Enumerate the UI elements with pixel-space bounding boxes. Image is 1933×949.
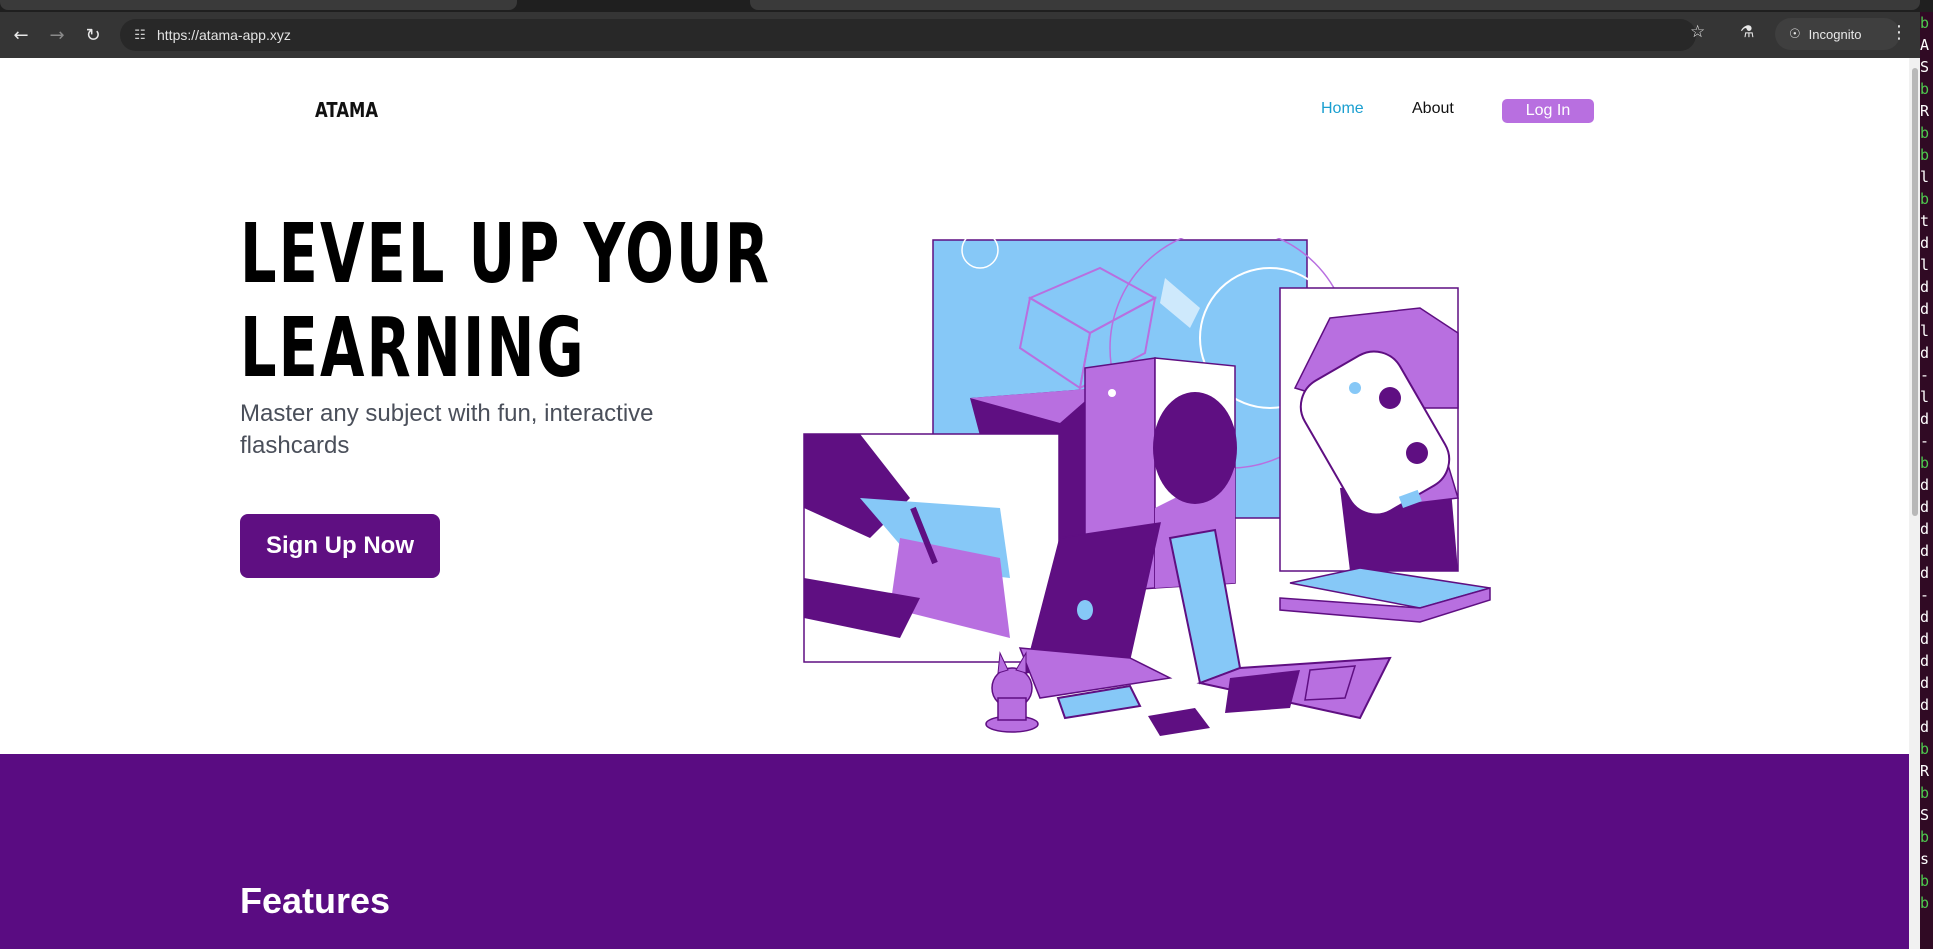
terminal-line: t <box>1920 212 1930 230</box>
back-icon[interactable]: ← <box>8 22 34 48</box>
tab-strip <box>0 0 1933 12</box>
terminal-line: l <box>1920 256 1930 274</box>
page-scrollbar-thumb[interactable] <box>1912 68 1918 516</box>
terminal-line: b <box>1920 828 1930 846</box>
hero-illustration <box>803 238 1491 736</box>
terminal-line: b <box>1920 80 1930 98</box>
bookmark-star-icon[interactable]: ☆ <box>1690 22 1705 42</box>
terminal-line: b <box>1920 784 1930 802</box>
terminal-line: b <box>1920 14 1930 32</box>
terminal-window-edge: bASbRbblbtdlddld-ld-bddddd-ddddddbRbSbsb… <box>1920 12 1933 949</box>
terminal-line: R <box>1920 762 1930 780</box>
browser-toolbar: ← → ↻ ☷ https://atama-app.xyz ☆ ⚗ ☉ Inco… <box>0 12 1933 58</box>
login-button[interactable]: Log In <box>1502 99 1594 123</box>
terminal-line: b <box>1920 894 1930 912</box>
terminal-line: - <box>1920 366 1930 384</box>
mascot-body <box>997 697 1027 721</box>
terminal-line: l <box>1920 322 1930 340</box>
terminal-line: d <box>1920 674 1930 692</box>
nav-home-link[interactable]: Home <box>1321 100 1364 118</box>
terminal-line: A <box>1920 36 1930 54</box>
terminal-line: b <box>1920 872 1930 890</box>
controller-button <box>1379 387 1401 409</box>
terminal-line: l <box>1920 388 1930 406</box>
terminal-line: d <box>1920 652 1930 670</box>
hero-headline: LEVEL UP YOUR LEARNING <box>240 207 772 396</box>
terminal-line: - <box>1920 586 1930 604</box>
controller-button <box>1406 442 1428 464</box>
brand-logo[interactable]: ATAMA <box>315 98 378 122</box>
terminal-line: d <box>1920 630 1930 648</box>
terminal-line: l <box>1920 168 1930 186</box>
browser-menu-icon[interactable]: ⋮ <box>1890 22 1908 43</box>
terminal-line: d <box>1920 696 1930 714</box>
url-text[interactable]: https://atama-app.xyz <box>157 27 291 43</box>
speaker-circle <box>1153 392 1237 504</box>
terminal-line: d <box>1920 520 1930 538</box>
terminal-line: d <box>1920 542 1930 560</box>
terminal-line: d <box>1920 300 1930 318</box>
terminal-line: s <box>1920 850 1930 868</box>
terminal-line: d <box>1920 234 1930 252</box>
nav-about-link[interactable]: About <box>1412 100 1454 118</box>
terminal-line: b <box>1920 190 1930 208</box>
reload-icon[interactable]: ↻ <box>80 22 106 48</box>
hero-headline-line2: LEARNING <box>240 301 586 396</box>
terminal-line: d <box>1920 344 1930 362</box>
terminal-line: d <box>1920 564 1930 582</box>
web-page: ATAMA Home About Log In LEVEL UP YOUR LE… <box>0 58 1909 949</box>
features-section: Features <box>0 754 1909 949</box>
incognito-label: Incognito <box>1808 26 1862 42</box>
terminal-line: d <box>1920 498 1930 516</box>
terminal-line: b <box>1920 454 1930 472</box>
terminal-line: d <box>1920 278 1930 296</box>
hero-headline-line1: LEVEL UP YOUR <box>240 207 772 302</box>
address-bar[interactable]: ☷ https://atama-app.xyz <box>120 19 1696 51</box>
labs-icon[interactable]: ⚗ <box>1740 22 1754 41</box>
forward-icon[interactable]: → <box>44 22 70 48</box>
incognito-icon: ☉ <box>1789 26 1801 42</box>
terminal-line: b <box>1920 146 1930 164</box>
site-info-icon[interactable]: ☷ <box>132 27 148 43</box>
phone-dark-icon <box>1148 708 1210 736</box>
terminal-line: b <box>1920 740 1930 758</box>
terminal-line: S <box>1920 806 1930 824</box>
incognito-indicator[interactable]: ☉ Incognito <box>1775 18 1900 50</box>
features-title: Features <box>240 880 391 921</box>
terminal-line: d <box>1920 476 1930 494</box>
laptop-base <box>1018 647 1173 699</box>
terminal-line: d <box>1920 718 1930 736</box>
terminal-line: R <box>1920 102 1930 120</box>
browser-tab[interactable] <box>0 0 517 10</box>
speaker-led <box>1108 389 1116 397</box>
browser-tab[interactable] <box>750 0 1920 10</box>
terminal-line: S <box>1920 58 1930 76</box>
terminal-line: d <box>1920 410 1930 428</box>
terminal-line: - <box>1920 432 1930 450</box>
terminal-line: b <box>1920 124 1930 142</box>
controller-dpad <box>1349 382 1361 394</box>
sign-up-button[interactable]: Sign Up Now <box>240 514 440 578</box>
hero-subtitle: Master any subject with fun, interactive… <box>240 400 654 459</box>
laptop-logo-icon <box>1077 600 1093 620</box>
terminal-line: d <box>1920 608 1930 626</box>
